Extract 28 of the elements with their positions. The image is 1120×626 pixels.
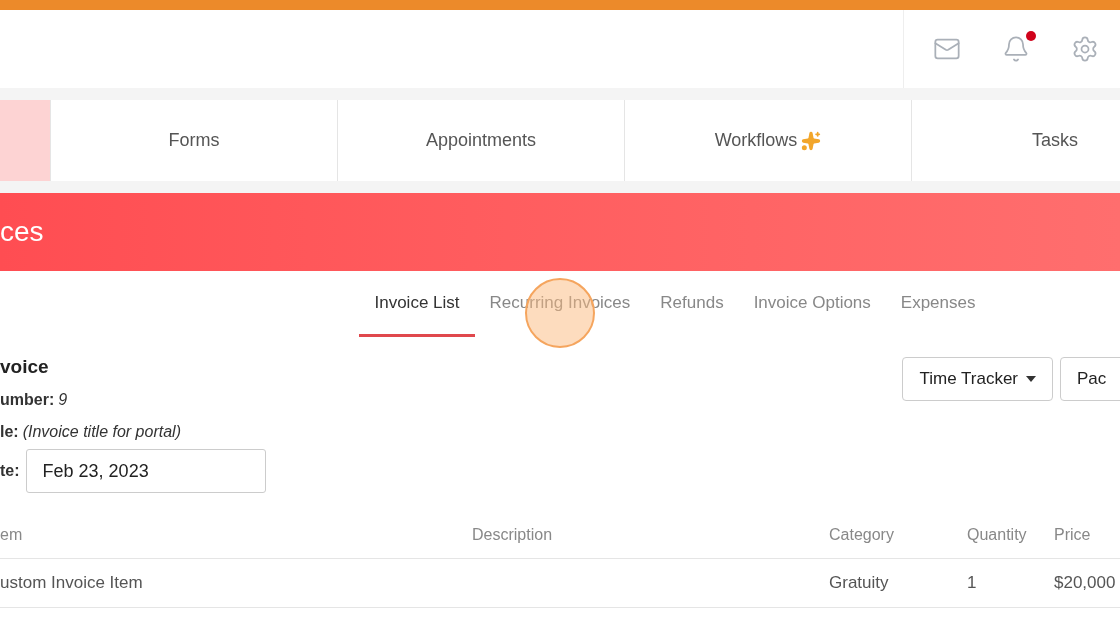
sub-tab[interactable]: Invoice Options (738, 271, 886, 337)
bell-icon[interactable] (1002, 35, 1030, 63)
column-header: Quantity (967, 525, 1027, 543)
table-cell: $20,000 (1054, 573, 1116, 593)
field-label: le: (0, 422, 19, 442)
invoice-heading: voice (0, 355, 50, 379)
toolbar-button[interactable]: Pac (1060, 357, 1120, 401)
nav-tab[interactable]: Workflows (624, 100, 911, 181)
column-header: em (0, 525, 23, 543)
field-label: umber: (0, 390, 55, 410)
nav-tab[interactable]: Forms (50, 100, 337, 181)
page-title: ces (0, 215, 44, 249)
column-header: Category (829, 525, 894, 543)
nav-tab[interactable]: Tasks (911, 100, 1120, 181)
table-cell: 1 (967, 573, 977, 593)
table-cell: Gratuity (829, 573, 889, 593)
sub-tab[interactable]: Refunds (645, 271, 739, 337)
table-cell: ustom Invoice Item (0, 573, 143, 593)
sub-tab[interactable]: Invoice List (359, 271, 475, 337)
column-header: Price (1054, 525, 1091, 543)
date-input[interactable]: Feb 23, 2023 (25, 449, 266, 493)
invoice-number: 9 (58, 390, 68, 410)
column-header: Description (472, 525, 553, 543)
field-label: te: (0, 461, 20, 481)
invoice-title: (Invoice title for portal) (22, 422, 181, 442)
sub-tab[interactable]: Expenses (885, 271, 991, 337)
toolbar-button[interactable]: Time Tracker (902, 357, 1053, 401)
nav-tab[interactable]: Appointments (337, 100, 624, 181)
